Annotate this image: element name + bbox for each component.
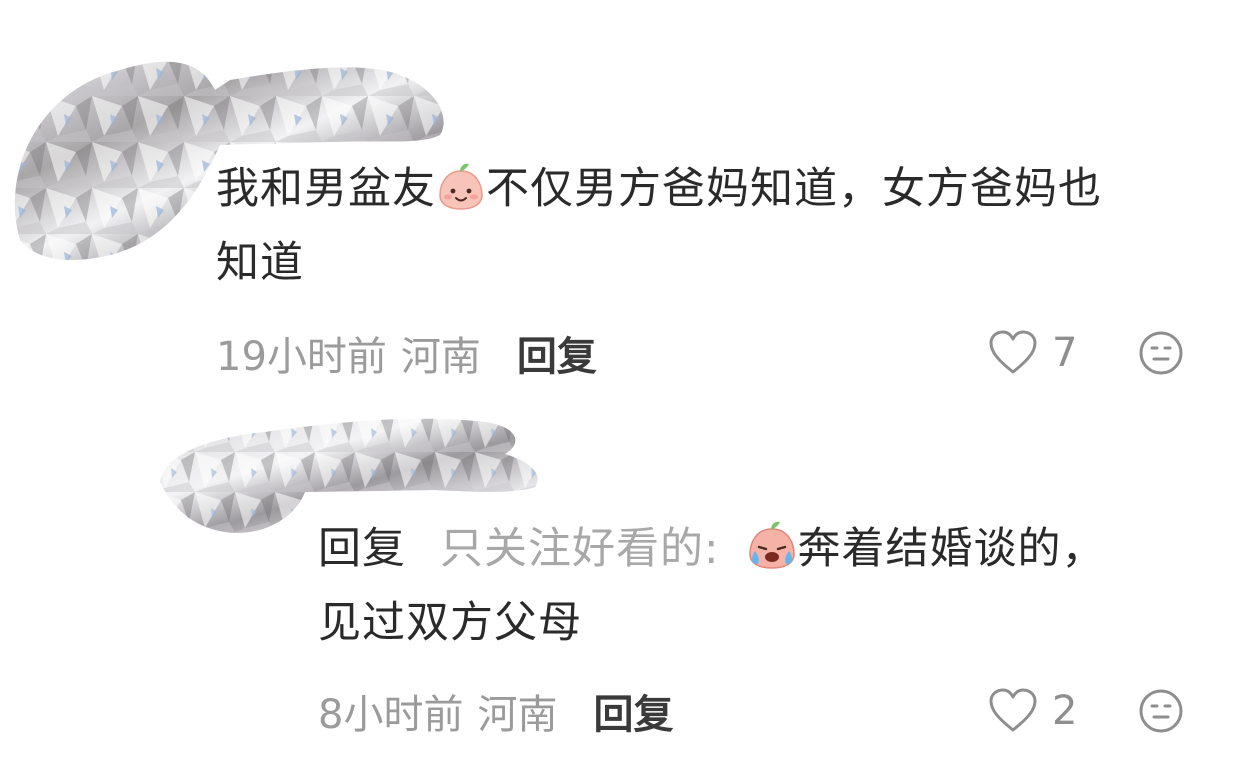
comment-like-count: 7 [1052,330,1078,376]
comment-time: 19小时前 [216,334,387,380]
reply-location: 河南 [477,692,558,738]
heart-icon [989,688,1037,732]
comment-text-start: 我和男盆友 [216,164,436,214]
reply-reply-button[interactable]: 回复 [593,682,673,740]
comment-text-rest: 不仅男方爸妈知道，女方爸妈也 [486,164,1102,214]
reply-body: 回复 只关注好看的: 奔着结婚谈的， 见过双方父母 [318,512,1218,660]
crying-laugh-emoji-icon [748,521,795,569]
reply-line-1: 回复 只关注好看的: 奔着结婚谈的， [318,512,1218,586]
comment-like-button[interactable]: 7 [988,328,1077,378]
reply-line-2: 见过双方父母 [318,598,582,648]
reply-meta: 8小时前 河南 回复 [318,686,673,738]
reply-prefix-label: 回复 [318,524,406,574]
comment-line-2: 知道 [216,238,304,288]
comment-body: 我和男盆友 不仅男方爸妈知道，女方爸妈也 知道 [216,152,1226,300]
reply-like-count: 2 [1052,688,1078,734]
comment-location: 河南 [400,334,481,380]
reply-target-user[interactable]: 只关注好看的: [440,524,720,574]
comment-reply-button[interactable]: 回复 [517,324,597,382]
comment-line-1: 我和男盆友 不仅男方爸妈知道，女方爸妈也 [216,152,1226,226]
reply-text-rest: 奔着结婚谈的， [797,524,1106,574]
dislike-face-icon[interactable] [1138,688,1184,734]
reply-like-button[interactable]: 2 [988,686,1077,736]
reply-time: 8小时前 [318,692,464,738]
dislike-face-icon[interactable] [1138,330,1184,376]
heart-icon [989,330,1037,374]
smile-emoji-icon [439,163,483,210]
comment-meta: 19小时前 河南 回复 [216,328,597,380]
